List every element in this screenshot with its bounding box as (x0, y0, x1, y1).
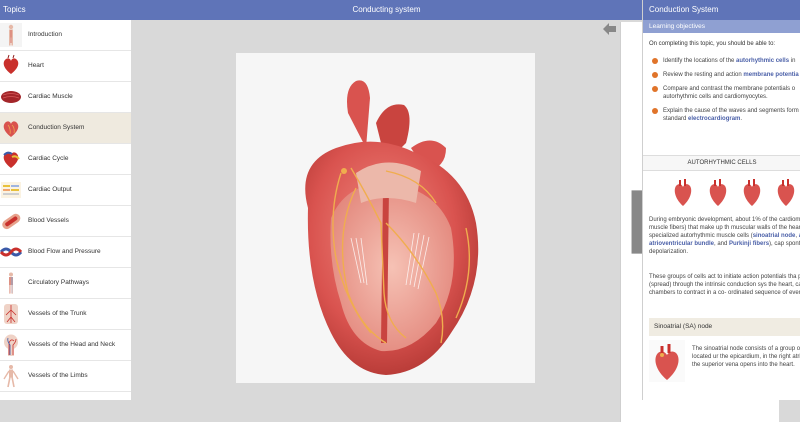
info-panel: Conduction System Learning objectives On… (642, 0, 800, 400)
sidebar-item-label: Circulatory Pathways (28, 279, 90, 286)
sidebar-item-label: Blood Flow and Pressure (28, 248, 101, 255)
sidebar-item-vessels-head-neck[interactable]: Vessels of the Head and Neck (0, 330, 131, 361)
cardiac-cycle-icon (3, 151, 20, 168)
blood-flow-icon (0, 247, 22, 257)
objective-text: Identify the locations of the (663, 58, 737, 64)
sidebar-item-label: Cardiac Cycle (28, 155, 69, 162)
sidebar-item-circulatory-pathways[interactable]: Circulatory Pathways (0, 268, 131, 299)
sidebar-item-cardiac-cycle[interactable]: Cardiac Cycle (0, 144, 131, 175)
heart-thumbnail-icon[interactable] (740, 176, 764, 208)
objective-item: Compare and contrast the membrane potent… (643, 85, 800, 101)
heart-thumbnail-icon[interactable] (706, 176, 730, 208)
sidebar-item-label: Vessels of the Limbs (28, 372, 88, 379)
head-vessels-icon (4, 334, 18, 356)
sidebar-item-label: Conduction System (28, 124, 85, 131)
sidebar-title: Topics (0, 0, 131, 20)
sidebar-item-label: Blood Vessels (28, 217, 69, 224)
objective-text: in (789, 58, 796, 64)
purkinje-fibers-link[interactable]: Purkinji fibers (729, 241, 769, 247)
page-navigation (602, 22, 779, 422)
sidebar-item-blood-flow[interactable]: Blood Flow and Pressure (0, 237, 131, 268)
heart-3d-viewer[interactable] (236, 53, 535, 383)
sa-node-image (649, 340, 685, 382)
objective-link[interactable]: autorhythmic cells (736, 58, 789, 64)
objective-text: Review the resting and action (663, 72, 744, 78)
objective-item: Identify the locations of the autorhythm… (643, 57, 800, 65)
viewer-pane: Conducting system (131, 0, 779, 422)
objective-item: Review the resting and action membrane p… (643, 71, 800, 79)
sidebar-item-label: Vessels of the Trunk (28, 310, 87, 317)
objective-link[interactable]: electrocardiogram (688, 116, 740, 122)
sidebar-item-heart[interactable]: Heart (0, 51, 131, 82)
info-panel-title: Conduction System (643, 0, 800, 20)
conduction-heart-icon (3, 121, 19, 137)
circulation-figure-icon (9, 272, 13, 294)
autorhythmic-thumbnails (643, 172, 800, 212)
sinoatrial-node-link[interactable]: sinoatrial node (753, 233, 796, 239)
limb-vessels-icon (3, 365, 19, 388)
sidebar-item-cardiac-output[interactable]: Cardiac Output (0, 175, 131, 206)
sidebar-item-label: Cardiac Muscle (28, 93, 73, 100)
sidebar-item-label: Vessels of the Head and Neck (28, 341, 116, 348)
objective-link[interactable]: membrane potentia (743, 72, 798, 78)
sidebar-item-label: Heart (28, 62, 44, 69)
heart-icon (3, 54, 19, 74)
arrow-left-icon[interactable] (602, 22, 617, 36)
sa-node-marker (341, 168, 347, 174)
sidebar-item-vessels-limbs[interactable]: Vessels of the Limbs (0, 361, 131, 392)
bullet-icon (652, 58, 658, 64)
sa-node-heading[interactable]: Sinoatrial (SA) node (649, 318, 800, 336)
objective-text: . (740, 116, 743, 122)
autorhythmic-paragraph-2: These groups of cells act to initiate ac… (649, 274, 800, 296)
viewer-title: Conducting system (131, 0, 642, 20)
autorhythmic-cells-heading: AUTORHYTHMIC CELLS (643, 155, 800, 171)
heart-model-illustration (305, 80, 479, 375)
objective-text: Compare and contrast the membrane potent… (663, 86, 796, 100)
trunk-vessels-icon (4, 304, 18, 324)
objective-item: Explain the cause of the waves and segme… (643, 107, 800, 123)
body-figure-icon (0, 23, 22, 47)
sidebar-item-conduction-system[interactable]: Conduction System (0, 113, 131, 144)
objectives-intro: On completing this topic, you should be … (649, 41, 776, 47)
sa-node-description: The sinoatrial node consists of a group … (692, 346, 800, 368)
sidebar-item-cardiac-muscle[interactable]: Cardiac Muscle (0, 82, 131, 113)
paragraph-text: , and (714, 241, 730, 247)
muscle-tissue-icon (1, 91, 21, 103)
app-window: Topics Introduction Heart Cardiac Muscle… (0, 0, 800, 422)
sidebar-item-introduction[interactable]: Introduction (0, 20, 131, 51)
bullet-icon (652, 108, 658, 114)
sidebar-item-label: Cardiac Output (28, 186, 72, 193)
autorhythmic-paragraph-1: During embryonic development, about 1% o… (649, 216, 800, 256)
sidebar-item-vessels-trunk[interactable]: Vessels of the Trunk (0, 299, 131, 330)
sidebar-item-blood-vessels[interactable]: Blood Vessels (0, 206, 131, 237)
heart-thumbnail-icon[interactable] (774, 176, 798, 208)
sidebar-item-label: Introduction (28, 31, 62, 38)
learning-objectives-bar[interactable]: Learning objectives (643, 20, 800, 33)
chart-thumb-icon (1, 182, 21, 198)
vessel-icon (2, 213, 21, 230)
topics-list: Introduction Heart Cardiac Muscle Conduc… (0, 20, 131, 392)
bullet-icon (652, 72, 658, 78)
heart-thumbnail-icon[interactable] (671, 176, 695, 208)
bullet-icon (652, 86, 658, 92)
topics-sidebar: Topics Introduction Heart Cardiac Muscle… (0, 0, 132, 400)
